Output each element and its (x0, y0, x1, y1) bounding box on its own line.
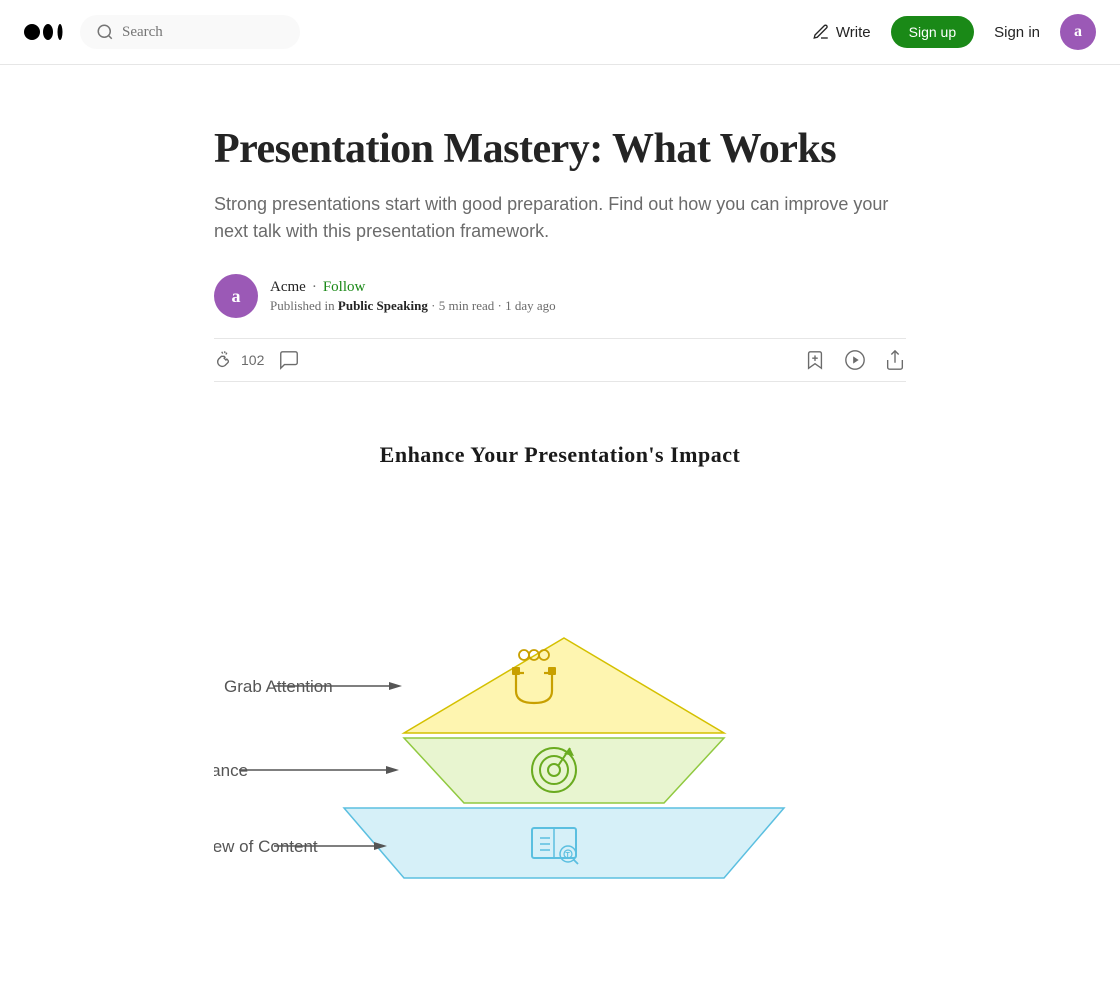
author-row: a Acme · Follow Published in Public Spea… (214, 274, 906, 318)
diagram-title: Enhance Your Presentation's Impact (214, 442, 906, 468)
search-icon (96, 23, 114, 41)
clap-button[interactable]: 102 (214, 349, 264, 371)
write-button[interactable]: Write (812, 23, 871, 41)
published-time: 1 day ago (505, 298, 556, 313)
navbar: Search Write Sign up Sign in a (0, 0, 1120, 65)
publication-link[interactable]: Public Speaking (338, 298, 428, 313)
listen-button[interactable] (844, 349, 866, 371)
clap-count: 102 (241, 352, 264, 368)
listen-icon (844, 349, 866, 371)
signup-button[interactable]: Sign up (891, 16, 974, 48)
pyramid-svg: T Grab Attention Establish Relevance Pre… (214, 498, 914, 918)
svg-text:T: T (566, 852, 571, 859)
follow-button[interactable]: Follow (323, 279, 366, 296)
comment-button[interactable] (278, 349, 300, 371)
search-bar[interactable]: Search (80, 15, 300, 49)
author-name[interactable]: Acme (270, 279, 306, 296)
author-meta: Published in Public Speaking · 5 min rea… (270, 298, 556, 314)
avatar[interactable]: a (1060, 14, 1096, 50)
save-icon (804, 349, 826, 371)
comment-icon (278, 349, 300, 371)
share-icon (884, 349, 906, 371)
diagram-container: Enhance Your Presentation's Impact (214, 422, 906, 948)
read-time: 5 min read (439, 298, 495, 313)
pyramid-wrapper: T Grab Attention Establish Relevance Pre… (214, 498, 906, 938)
article-subtitle: Strong presentations start with good pre… (214, 191, 906, 247)
author-avatar[interactable]: a (214, 274, 258, 318)
search-placeholder: Search (122, 24, 163, 41)
save-button[interactable] (804, 349, 826, 371)
share-button[interactable] (884, 349, 906, 371)
write-icon (812, 23, 830, 41)
svg-text:Preview of Content: Preview of Content (214, 837, 318, 856)
svg-text:Grab Attention: Grab Attention (224, 677, 333, 696)
write-label: Write (836, 24, 871, 41)
action-bar: 102 (214, 338, 906, 382)
svg-text:Establish Relevance: Establish Relevance (214, 761, 248, 780)
signin-button[interactable]: Sign in (994, 24, 1040, 41)
article-content: Presentation Mastery: What Works Strong … (0, 65, 1120, 988)
clap-icon (214, 349, 236, 371)
author-info: Acme · Follow Published in Public Speaki… (270, 279, 556, 314)
logo[interactable] (24, 20, 64, 44)
article-title: Presentation Mastery: What Works (214, 125, 906, 175)
